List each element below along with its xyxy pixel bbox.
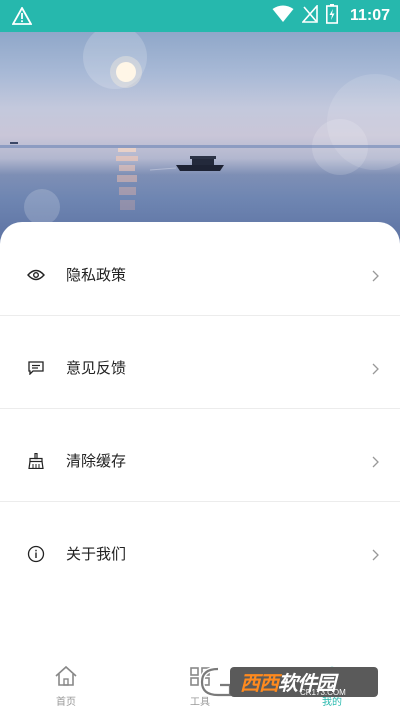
menu-item-label: 清除缓存 [66, 452, 127, 470]
watermark-url: CR173.COM [300, 688, 346, 697]
info-icon [26, 544, 46, 564]
menu-item-label: 意见反馈 [66, 359, 127, 377]
battery-charging-icon [325, 4, 338, 28]
chevron-right-icon [370, 547, 380, 561]
menu-item-privacy-policy[interactable]: 隐私政策 [0, 228, 400, 321]
home-icon [54, 665, 78, 691]
divider [0, 408, 400, 409]
menu-item-about-us[interactable]: 关于我们 [0, 507, 400, 600]
watermark-logo: 西西软件园 CR173.COM [196, 663, 382, 701]
clock: 11:07 [349, 7, 390, 24]
status-bar: 11:07 [0, 0, 400, 32]
eye-icon [26, 265, 46, 285]
chevron-right-icon [370, 454, 380, 468]
no-signal-icon [301, 3, 318, 27]
menu-item-label: 关于我们 [66, 545, 127, 563]
wifi-icon [272, 5, 294, 27]
tab-label: 首页 [56, 697, 76, 708]
tab-home[interactable]: 首页 [26, 665, 106, 708]
broom-icon [26, 451, 46, 471]
menu-item-label: 隐私政策 [66, 266, 127, 284]
settings-card: 隐私政策 意见反馈 清除缓存 关于我们 [0, 222, 400, 711]
message-icon [26, 358, 46, 378]
menu-item-clear-cache[interactable]: 清除缓存 [0, 414, 400, 507]
warning-icon [11, 6, 33, 29]
chevron-right-icon [370, 268, 380, 282]
divider [0, 501, 400, 502]
menu-item-feedback[interactable]: 意见反馈 [0, 321, 400, 414]
chevron-right-icon [370, 361, 380, 375]
divider [0, 315, 400, 316]
